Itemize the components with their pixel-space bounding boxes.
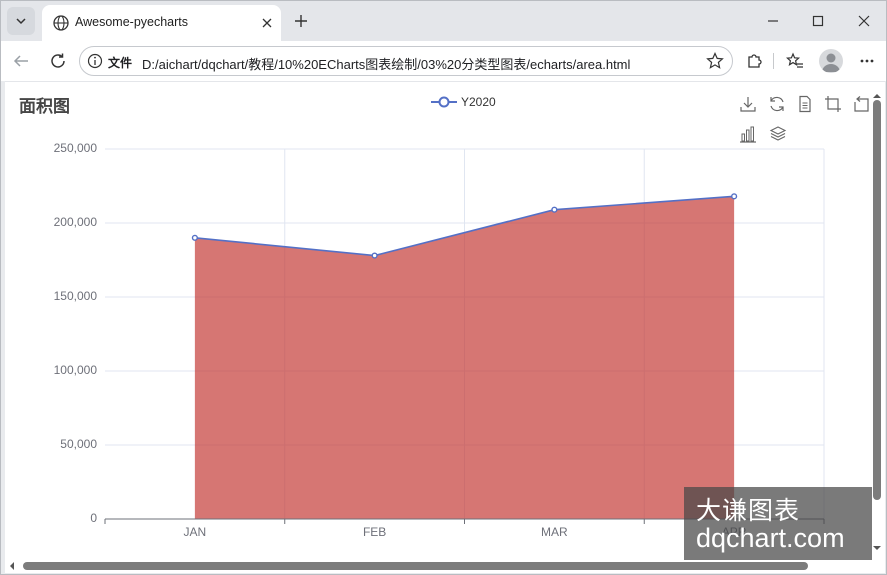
browser-tab[interactable]: Awesome-pyecharts (42, 5, 281, 41)
address-url[interactable]: D:/aichart/dqchart/教程/10%20ECharts图表绘制/0… (142, 54, 630, 73)
data-view-icon (799, 95, 811, 113)
data-point (191, 234, 198, 241)
close-icon (858, 15, 870, 27)
scroll-up-icon[interactable] (870, 92, 884, 100)
x-tick-label: FEB (362, 525, 387, 539)
vertical-scrollbar-thumb[interactable] (873, 100, 881, 500)
data-view-button[interactable] (795, 94, 815, 114)
bar-chart-icon (740, 126, 756, 143)
info-icon[interactable] (87, 53, 103, 69)
watermark-chinese: 大谦图表 (696, 497, 801, 525)
refresh-button[interactable] (767, 94, 787, 114)
browser-toolbar: 文件 D:/aichart/dqchart/教程/10%20ECharts图表绘… (1, 41, 886, 81)
scroll-down-icon[interactable] (870, 544, 884, 552)
restore-icon (854, 96, 869, 112)
more-menu-button[interactable] (856, 50, 878, 72)
close-window-button[interactable] (849, 7, 879, 35)
toolbar-separator (773, 53, 774, 69)
y-tick-label: 0 (90, 511, 97, 525)
restore-button[interactable] (851, 94, 871, 114)
extensions-button[interactable] (743, 50, 765, 72)
y-tick-label: 150,000 (53, 289, 97, 303)
horizontal-scrollbar-thumb[interactable] (23, 562, 808, 570)
new-tab-button[interactable] (290, 10, 312, 32)
chevron-down-icon (16, 18, 26, 25)
maximize-icon (812, 15, 824, 27)
y-tick-label: 250,000 (53, 141, 97, 155)
puzzle-icon (748, 54, 762, 68)
user-icon (822, 53, 840, 72)
switch-to-stack-button[interactable] (768, 124, 788, 144)
arrow-left-icon (13, 55, 28, 67)
y-tick-label: 100,000 (53, 363, 97, 377)
crop-icon (825, 96, 841, 112)
save-image-button[interactable] (738, 94, 758, 114)
favorites-icon (786, 52, 803, 68)
close-icon (262, 18, 272, 28)
data-zoom-button[interactable] (823, 94, 843, 114)
globe-icon (53, 15, 69, 31)
legend-marker-icon (431, 96, 457, 108)
browser-window: Awesome-pyecharts 文件 D:/aichart/dqchart/… (0, 0, 887, 575)
series-area-fill (194, 196, 735, 520)
x-tick-label: JAN (183, 525, 207, 539)
site-watermark: 大谦图表 dqchart.com (684, 487, 872, 560)
data-point (731, 193, 738, 200)
scroll-left-icon[interactable] (8, 559, 16, 573)
minimize-icon (768, 20, 778, 22)
refresh-icon (770, 96, 784, 112)
page-content: 面积图 Y2020 0 50,000 100,000 150,000 200,000 25… (5, 81, 885, 573)
chart-series-area (194, 195, 735, 520)
star-icon[interactable] (706, 52, 724, 70)
plus-icon (295, 15, 307, 27)
y-tick-label: 50,000 (60, 437, 97, 451)
back-button[interactable] (9, 49, 33, 73)
x-tick-label: MAR (541, 525, 568, 539)
tab-search-button[interactable] (7, 7, 35, 35)
data-point (371, 252, 378, 259)
stack-icon (769, 126, 787, 141)
watermark-domain: dqchart.com (696, 523, 845, 553)
download-icon (740, 97, 756, 112)
reload-button[interactable] (46, 49, 70, 73)
address-scheme-label: 文件 (108, 56, 133, 70)
more-horizontal-icon (860, 59, 874, 63)
chart-legend[interactable]: Y2020 (431, 92, 496, 112)
favorites-button[interactable] (784, 50, 806, 72)
chart-title: 面积图 (19, 97, 70, 116)
address-bar[interactable]: 文件 D:/aichart/dqchart/教程/10%20ECharts图表绘… (79, 46, 733, 76)
maximize-button[interactable] (803, 7, 833, 35)
data-point (551, 206, 558, 213)
tab-title: Awesome-pyecharts (75, 15, 189, 29)
close-tab-button[interactable] (258, 14, 276, 32)
switch-to-bar-button[interactable] (738, 124, 758, 144)
minimize-button[interactable] (758, 7, 788, 35)
vertical-scrollbar[interactable] (870, 92, 884, 552)
reload-icon (51, 53, 65, 68)
horizontal-scrollbar[interactable] (5, 559, 871, 573)
legend-label: Y2020 (461, 95, 496, 109)
y-tick-label: 200,000 (53, 215, 97, 229)
profile-avatar[interactable] (819, 49, 843, 73)
tab-strip: Awesome-pyecharts (1, 1, 886, 41)
